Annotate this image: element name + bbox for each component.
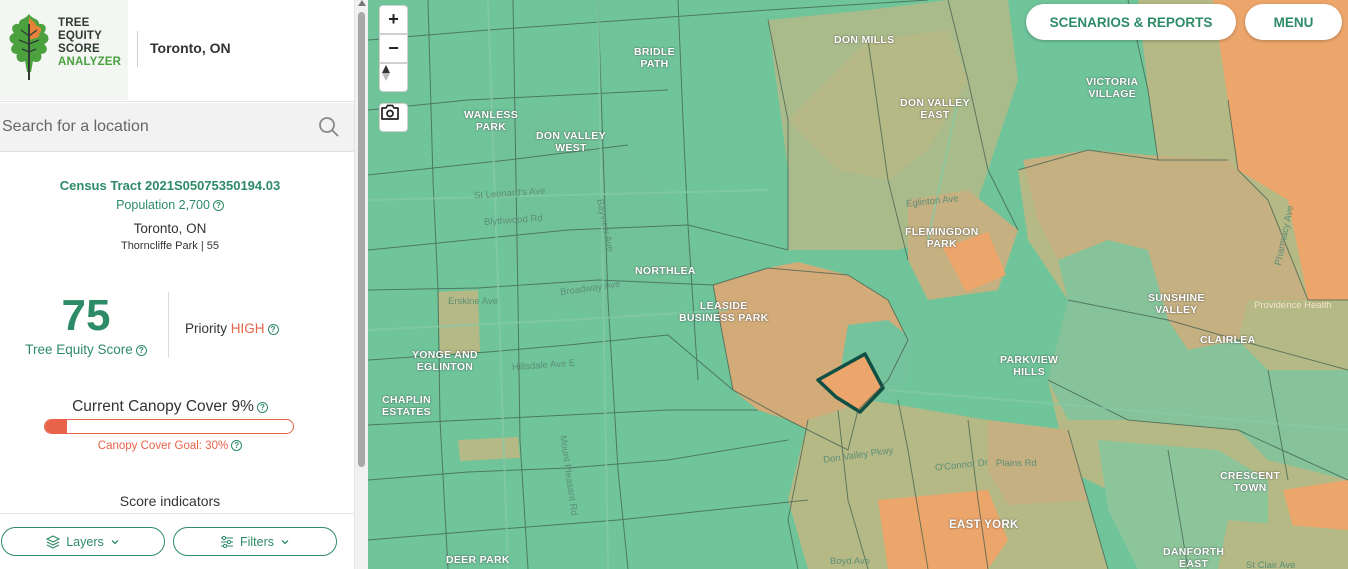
logo-wordmark: TREE EQUITY SCORE ANALYZER [58, 17, 121, 69]
map-label-sunshine-valley: SUNSHINE VALLEY [1148, 292, 1205, 316]
street-label: Providence Health [1254, 300, 1332, 311]
map-label-leaside-business-park: LEASIDE BUSINESS PARK [679, 300, 769, 324]
street-label: Boyd Ave [830, 556, 870, 567]
tree-equity-score-label: Tree Equity Score? [18, 342, 154, 357]
logo-line-2: EQUITY [58, 30, 103, 42]
zoom-in-button[interactable]: + [379, 5, 408, 34]
score-indicators-heading: Score indicators [119, 493, 221, 509]
search-icon[interactable] [318, 116, 340, 138]
tract-polygons [368, 0, 1348, 569]
scroll-up-arrow[interactable] [358, 0, 366, 6]
priority-value: HIGH [230, 321, 265, 336]
zoom-out-button[interactable]: − [379, 34, 408, 63]
search-input[interactable] [0, 103, 300, 151]
screenshot-button[interactable] [379, 103, 408, 132]
map-label-clairlea: CLAIRLEA [1200, 334, 1256, 346]
map-label-don-valley-east: DON VALLEY EAST [900, 97, 970, 121]
map-label-deer-park: DEER PARK [446, 554, 510, 566]
chevron-down-icon [281, 539, 289, 544]
canopy-goal-text: Canopy Cover Goal: 30% [97, 440, 229, 452]
compass-icon [382, 65, 390, 81]
street-label: Plains Rd [996, 458, 1037, 469]
logo-line-1: TREE [58, 17, 90, 29]
canopy-title-text: Current Canopy Cover 9% [72, 398, 254, 415]
menu-button[interactable]: MENU [1245, 4, 1342, 40]
priority-label: Priority [185, 321, 228, 336]
map-canvas[interactable]: + − SCENARIOS & REPORTS MENU BRIDLE PATH … [368, 0, 1348, 569]
sidebar: TREE EQUITY SCORE ANALYZER Toronto, ON C… [0, 0, 354, 569]
canopy-progress-bar [44, 419, 294, 434]
compass-reset-button[interactable] [379, 63, 408, 92]
scrollbar-thumb[interactable] [358, 12, 365, 467]
map-label-chaplin-estates: CHAPLIN ESTATES [382, 394, 431, 418]
logo-line-4: ANALYZER [58, 56, 122, 68]
map-label-bridle-path: BRIDLE PATH [634, 46, 675, 70]
chevron-down-icon [111, 539, 119, 544]
map-label-wanless-park: WANLESS PARK [464, 109, 519, 133]
scenarios-reports-button[interactable]: SCENARIOS & REPORTS [1026, 4, 1236, 40]
tract-neighbourhood: Thorncliffe Park | 55 [120, 240, 220, 252]
logo-line-3: SCORE [58, 43, 100, 55]
map-label-flemingdon-park: FLEMINGDON PARK [905, 226, 979, 250]
population: Population 2,700? [0, 198, 340, 212]
census-tract-name: Census Tract 2021S05075350194.03 [59, 178, 281, 193]
tract-city: Toronto, ON [133, 221, 207, 236]
header-divider [137, 31, 138, 67]
camera-icon [381, 104, 399, 120]
filters-label: Filters [239, 534, 275, 549]
info-icon[interactable]: ? [267, 324, 279, 335]
canopy-progress-fill [45, 420, 68, 433]
oak-leaf-icon [9, 14, 49, 80]
population-text: Population 2,700 [116, 198, 210, 212]
map-label-don-valley-west: DON VALLEY WEST [536, 130, 606, 154]
layers-label: Layers [66, 534, 104, 549]
map-label-victoria-village: VICTORIA VILLAGE [1086, 76, 1139, 100]
layers-button[interactable]: Layers [1, 527, 165, 556]
map-label-danforth-east: DANFORTH EAST [1163, 546, 1225, 569]
score-divider [168, 292, 169, 358]
map-label-yonge-and-eglinton: YONGE AND EGLINTON [412, 349, 478, 373]
score-label-text: Tree Equity Score [25, 342, 133, 357]
info-icon[interactable]: ? [231, 440, 243, 451]
map-label-east-york: EAST YORK [949, 519, 1019, 531]
logo[interactable]: TREE EQUITY SCORE ANALYZER [0, 0, 128, 100]
app-header: TREE EQUITY SCORE ANALYZER Toronto, ON [0, 0, 354, 102]
map-label-parkview-hills: PARKVIEW HILLS [1000, 354, 1059, 378]
canopy-goal: Canopy Cover Goal: 30%? [0, 440, 340, 452]
map-label-crescent-town: CRESCENT TOWN [1220, 470, 1281, 494]
canopy-cover-title: Current Canopy Cover 9%? [0, 398, 340, 416]
tract-olive-hillsdale [458, 437, 520, 461]
info-icon[interactable]: ? [135, 345, 147, 356]
sliders-icon [220, 535, 233, 548]
bottom-controls: Layers Filters [0, 513, 354, 569]
street-label: Erskine Ave [448, 296, 498, 307]
street-label: St Clair Ave [1246, 560, 1296, 569]
map-label-northlea: NORTHLEA [635, 265, 696, 277]
priority: Priority HIGH? [185, 321, 279, 336]
tree-equity-score-value: 75 [61, 291, 111, 340]
layers-icon [46, 534, 61, 549]
info-icon[interactable]: ? [212, 200, 224, 211]
info-icon[interactable]: ? [256, 402, 268, 413]
map-label-don-mills: DON MILLS [834, 34, 895, 46]
search-bar [0, 103, 354, 152]
sidebar-scrollbar[interactable] [354, 0, 368, 569]
filters-button[interactable]: Filters [173, 527, 337, 556]
header-city: Toronto, ON [150, 40, 231, 56]
